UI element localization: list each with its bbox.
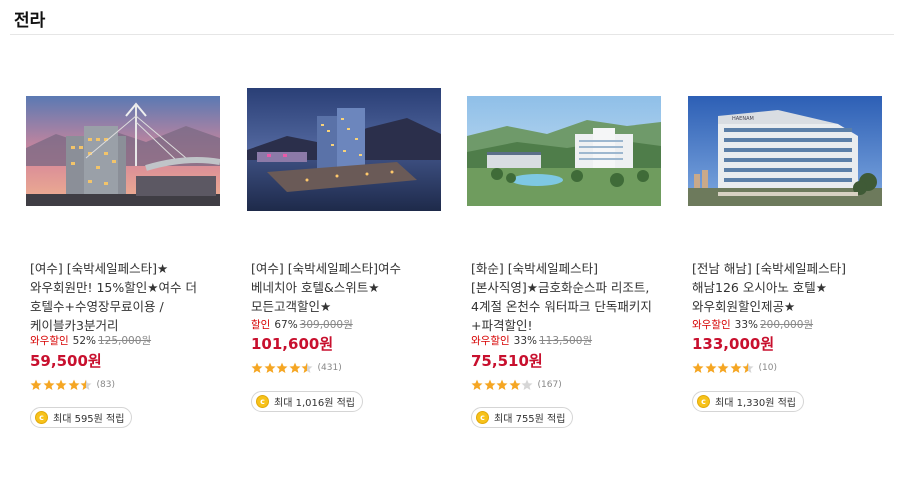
star-icon [80,379,92,390]
star-icon [484,379,495,390]
discount-percent: 52% [72,335,96,347]
star-icon [742,362,754,373]
original-price: 113,500원 [538,335,593,347]
star-icon [730,362,741,373]
product-image[interactable]: HAENAM [688,96,882,206]
coin-icon: c [35,411,48,424]
product-card[interactable]: [여수] [숙박세일페스타]★와우회원만! 15%할인★여수 더 호텔수+수영장… [26,0,222,477]
sale-price: 59,500원 [30,352,102,370]
star-icon [68,379,79,390]
points-text: 최대 755원 적립 [494,414,566,425]
product-title[interactable]: [여수] [숙박세일페스타]여수 베네치아 호텔&스위트★모든고객할인★ [251,259,441,316]
discount-row: 와우할인 33% 200,000원 [692,318,813,332]
star-rating [471,379,534,391]
rating: (10) [692,361,777,375]
discount-row: 할인 67% 309,000원 [251,318,353,332]
star-icon [276,362,288,373]
star-icon [509,379,520,390]
coin-icon: c [697,395,710,408]
points-badge: c 최대 755원 적립 [471,407,574,428]
coin-icon: c [476,411,489,424]
points-text: 최대 1,016원 적립 [274,398,355,409]
discount-percent: 33% [513,335,537,347]
sale-price: 133,000원 [692,335,775,353]
product-image[interactable] [247,88,441,211]
star-icon [289,362,300,373]
original-price: 309,000원 [299,319,353,331]
points-badge: c 최대 595원 적립 [30,407,133,428]
review-count: (10) [758,363,777,373]
star-icon [496,379,508,390]
star-icon [43,379,54,390]
star-icon [301,362,313,373]
review-count: (431) [317,363,342,373]
discount-label: 와우할인 [692,319,731,331]
product-title[interactable]: [여수] [숙박세일페스타]★와우회원만! 15%할인★여수 더 호텔수+수영장… [30,259,220,335]
discount-row: 와우할인 33% 113,500원 [471,334,592,348]
product-card[interactable]: [여수] [숙박세일페스타]여수 베네치아 호텔&스위트★모든고객할인★ 할인 6… [247,0,443,477]
product-card[interactable]: [화순] [숙박세일페스타][본사직영]★금호화순스파 리조트, 4계절 온천수… [467,0,663,477]
product-title[interactable]: [화순] [숙박세일페스타][본사직영]★금호화순스파 리조트, 4계절 온천수… [471,259,661,335]
star-icon [471,379,483,390]
star-icon [251,362,263,373]
star-rating [251,362,314,374]
star-icon [717,362,729,373]
svg-text:HAENAM: HAENAM [732,116,754,122]
discount-label: 할인 [251,319,271,331]
star-icon [30,379,42,390]
product-image[interactable] [26,96,220,206]
star-icon [264,362,275,373]
original-price: 200,000원 [759,319,814,331]
points-text: 최대 1,330원 적립 [715,398,796,409]
product-image[interactable] [467,96,661,206]
rating: (167) [471,378,562,392]
discount-percent: 67% [274,319,298,331]
points-badge: c 최대 1,016원 적립 [251,391,363,412]
star-icon [521,379,533,390]
sale-price: 75,510원 [471,352,543,370]
original-price: 125,000원 [97,335,152,347]
discount-label: 와우할인 [30,335,69,347]
points-badge: c 최대 1,330원 적립 [692,391,804,412]
review-count: (83) [96,380,115,390]
coin-icon: c [256,395,269,408]
review-count: (167) [537,380,562,390]
discount-row: 와우할인 52% 125,000원 [30,334,151,348]
star-rating [30,379,93,391]
product-card[interactable]: HAENAM [전남 해남] [숙박세일페스타]해남126 오시아노 호텔★와우… [688,0,884,477]
discount-percent: 33% [734,319,758,331]
discount-label: 와우할인 [471,335,510,347]
rating: (431) [251,361,342,375]
star-rating [692,362,755,374]
product-title[interactable]: [전남 해남] [숙박세일페스타]해남126 오시아노 호텔★와우회원할인제공★ [692,259,882,316]
points-text: 최대 595원 적립 [53,414,125,425]
rating: (83) [30,378,115,392]
star-icon [705,362,716,373]
sale-price: 101,600원 [251,335,334,353]
star-icon [55,379,67,390]
star-icon [692,362,704,373]
